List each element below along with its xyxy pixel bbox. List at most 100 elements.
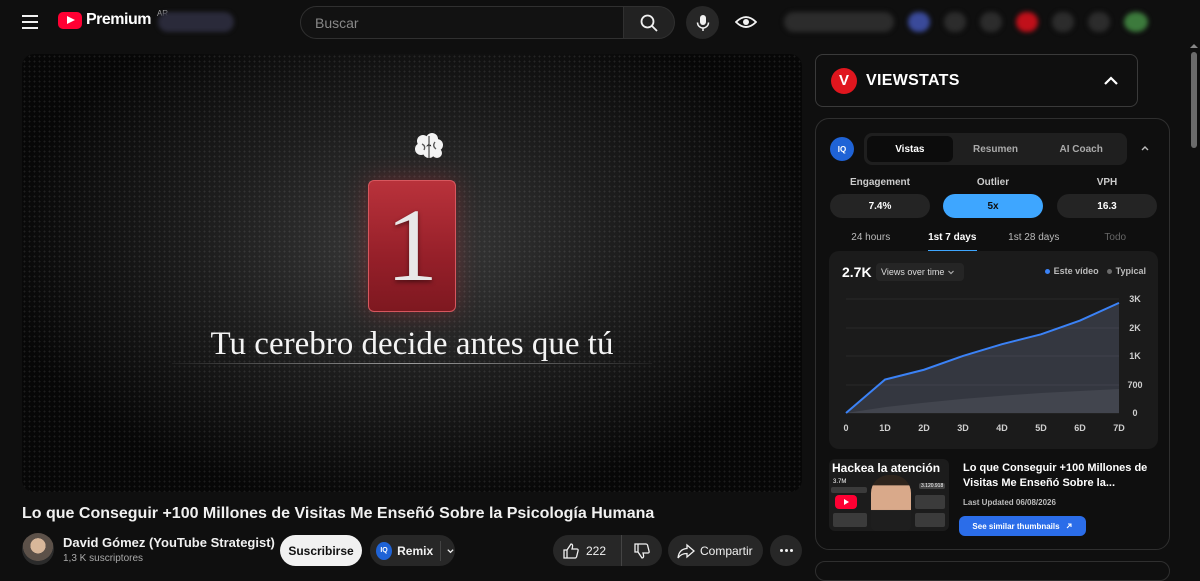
last-updated: Last Updated 06/08/2026 [963, 498, 1056, 507]
chevron-down-icon[interactable] [446, 546, 455, 556]
video-thumbnail[interactable]: Hackea la atención 3.7M 3.120.918 [829, 459, 949, 531]
share-button[interactable]: Compartir [668, 535, 763, 566]
metric-label: Engagement [849, 177, 910, 188]
metric-outlier: Outlier 5x [943, 177, 1043, 218]
y-tick-label: 2K [1129, 323, 1141, 333]
tab-ai-coach[interactable]: AI Coach [1038, 136, 1124, 162]
see-similar-thumbnails-button[interactable]: See similar thumbnails [959, 516, 1086, 536]
thumbnail-text: Hackea la atención [832, 461, 941, 475]
like-button[interactable]: 222 [553, 535, 621, 566]
external-link-icon [1066, 523, 1072, 529]
legend-dot [1044, 268, 1050, 274]
thumbnail-recommendation: Hackea la atención 3.7M 3.120.918 Lo que… [829, 459, 1159, 541]
tab-vistas[interactable]: Vistas [867, 136, 953, 162]
blurred-toolbar [784, 8, 1184, 36]
share-label: Compartir [700, 543, 753, 558]
period-1st-28-days[interactable]: 1st 28 days [993, 232, 1075, 252]
menu-icon[interactable] [18, 10, 42, 34]
chart-select-label: Views over time [881, 267, 945, 277]
legend-typical: Typical [1106, 266, 1146, 276]
metric-value[interactable]: 7.4% [830, 194, 930, 218]
next-panel-card [815, 561, 1170, 581]
viewstats-logo: V [831, 67, 857, 94]
x-tick-label: 7D [1113, 423, 1125, 433]
share-icon [677, 543, 695, 558]
mic-icon [696, 14, 709, 31]
search-bar [300, 6, 675, 39]
legend-label: Typical [1115, 266, 1146, 276]
subscribe-button[interactable]: Suscribirse [280, 535, 362, 566]
legend-este-video: Este vídeo [1044, 266, 1099, 276]
chevron-down-icon [948, 270, 955, 275]
metric-engagement: Engagement 7.4% [830, 177, 930, 218]
chevron-up-icon[interactable] [1138, 141, 1152, 155]
page-scrollbar[interactable] [1188, 44, 1200, 568]
dislike-button[interactable] [621, 535, 662, 566]
period-24-hours[interactable]: 24 hours [830, 232, 912, 252]
logo-text: Premium [86, 11, 151, 28]
caption-underline [172, 363, 652, 364]
x-tick-label: 0 [843, 423, 848, 433]
channel-avatar[interactable] [22, 533, 54, 565]
viewstats-header: V VIEWSTATS [815, 54, 1138, 107]
overlay-caption: Tu cerebro decide antes que tú [210, 326, 614, 362]
series-este-video-area [846, 302, 1119, 413]
subscriber-count: 1,3 K suscriptores [63, 553, 144, 564]
like-count: 222 [586, 543, 607, 558]
y-tick-label: 0 [1132, 408, 1137, 418]
x-tick-label: 2D [918, 423, 930, 433]
chart-total-views: 2.7K [842, 264, 872, 280]
brain-icon [415, 133, 443, 158]
search-icon [640, 14, 658, 32]
youtube-logo[interactable]: Premium AR [58, 9, 168, 29]
legend-dot [1106, 268, 1112, 274]
scroll-up-arrow[interactable] [1190, 44, 1198, 48]
x-tick-label: 4D [996, 423, 1008, 433]
period-1st-7-days[interactable]: 1st 7 days [912, 232, 994, 252]
like-dislike-group: 222 [553, 535, 662, 566]
x-tick-label: 1D [879, 423, 891, 433]
y-tick-label: 3K [1129, 294, 1141, 304]
remix-label: Remix [397, 543, 434, 558]
more-actions-button[interactable] [770, 535, 802, 566]
metric-vph: VPH 16.3 [1057, 177, 1157, 218]
search-button[interactable] [624, 6, 675, 39]
metric-value[interactable]: 16.3 [1057, 194, 1157, 218]
overlay-number: 1 [386, 188, 438, 303]
number-card: 1 [368, 180, 456, 312]
y-tick-label: 1K [1129, 351, 1141, 361]
divider [440, 540, 442, 561]
thumbnail-mini [831, 487, 867, 493]
period-todo[interactable]: Todo [1075, 232, 1157, 252]
button-label: See similar thumbnails [972, 521, 1060, 531]
channel-name[interactable]: David Gómez (YouTube Strategist) [63, 535, 275, 550]
viewstats-panel: IQ Vistas Resumen AI Coach Engagement 7.… [815, 118, 1170, 550]
thumbnail-mini [915, 513, 945, 527]
metric-label: Outlier [976, 177, 1010, 188]
thumbnail-stat-secondary: 3.120.918 [919, 483, 946, 489]
y-tick-label: 700 [1127, 380, 1142, 390]
thumbnail-mini [833, 513, 867, 527]
chevron-up-icon[interactable] [1101, 71, 1121, 91]
tab-resumen[interactable]: Resumen [953, 136, 1039, 162]
eye-icon [735, 16, 757, 28]
recommendation-title: Lo que Conseguir +100 Millones de Visita… [963, 462, 1148, 489]
eye-extension-button[interactable] [734, 10, 758, 34]
thumbs-up-icon [563, 542, 579, 559]
x-tick-label: 3D [957, 423, 969, 433]
video-player[interactable]: 1 Tu cerebro decide antes que tú [22, 54, 802, 492]
panel-tabs: Vistas Resumen AI Coach [864, 133, 1127, 165]
voice-search-button[interactable] [686, 6, 719, 39]
iq-icon: IQ [376, 541, 393, 560]
scroll-thumb[interactable] [1191, 52, 1197, 148]
remix-button[interactable]: IQ Remix [370, 535, 455, 566]
chart-metric-select[interactable]: Views over time [876, 263, 964, 281]
iq-icon: IQ [830, 137, 854, 161]
blurred-account-chip [158, 12, 234, 32]
views-chart-card: 0 700 1K 2K 3K 0 1D 2D 3D 4D 5D 6D 7D 2.7K Views ove… [829, 251, 1158, 449]
viewstats-title: VIEWSTATS [866, 71, 960, 89]
metric-value[interactable]: 5x [943, 194, 1043, 218]
chart-legend: Este vídeo Typical [1044, 266, 1146, 276]
search-input[interactable] [300, 6, 624, 39]
thumbnail-stat: 3.7M [833, 479, 847, 485]
